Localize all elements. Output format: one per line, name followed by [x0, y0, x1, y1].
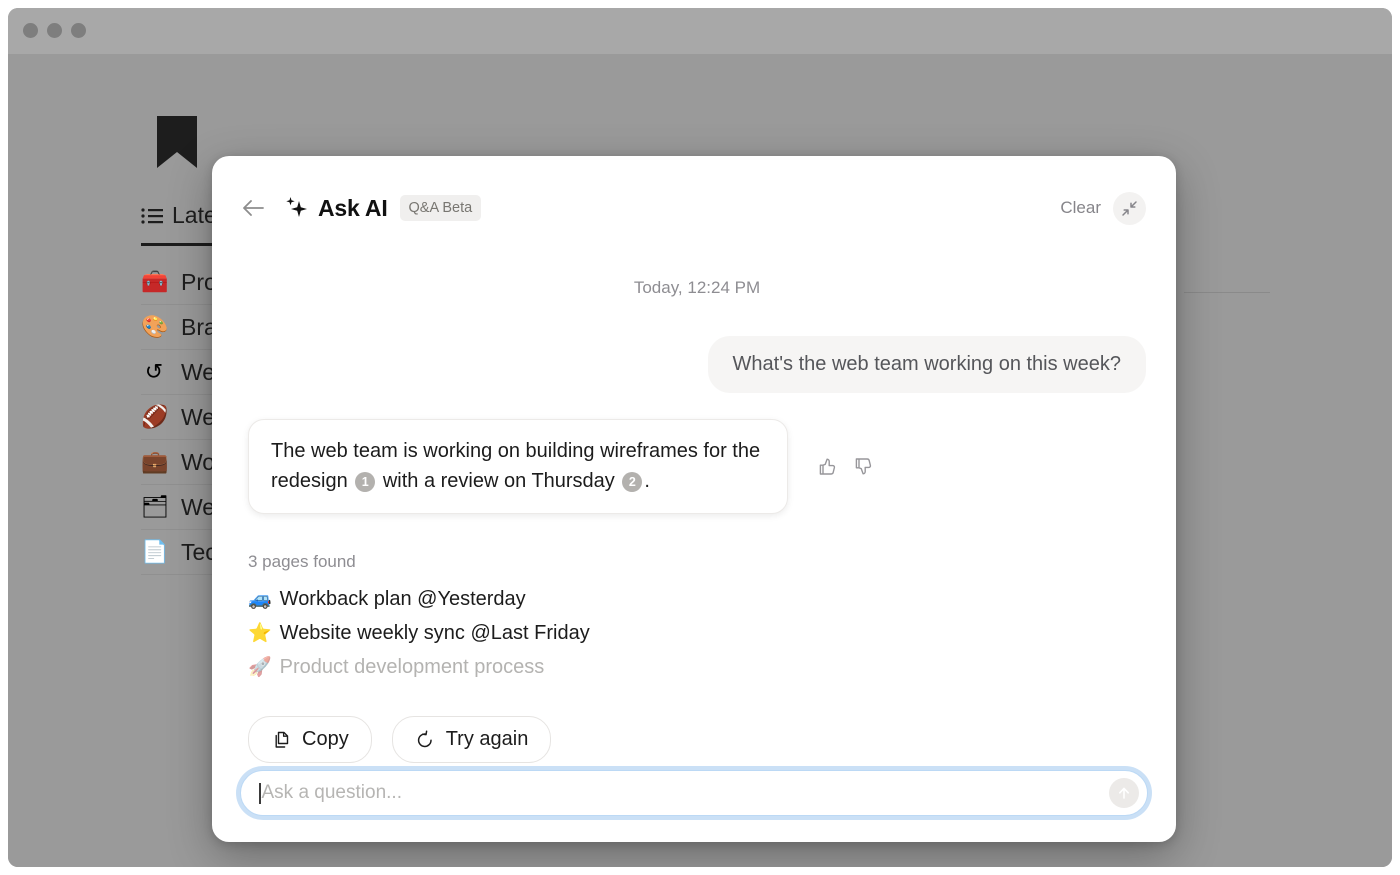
try-again-button-label: Try again — [445, 728, 529, 751]
status-badge: Q&A Beta — [399, 195, 482, 221]
send-button[interactable] — [1109, 778, 1139, 808]
assistant-message-bubble: The web team is working on building wire… — [248, 419, 788, 515]
back-button[interactable] — [240, 195, 266, 221]
collapse-button[interactable] — [1113, 191, 1146, 225]
maximize-button[interactable] — [71, 23, 86, 38]
copy-button-label: Copy — [302, 728, 349, 751]
source-label: Website weekly sync @Last Friday — [279, 621, 590, 644]
traffic-lights — [23, 23, 86, 38]
arrow-left-icon — [243, 200, 264, 216]
os-window: Latest 🧰 Product roadmap 🎨 Brand guideli… — [8, 8, 1392, 867]
bookmark-icon — [153, 114, 201, 170]
clear-button[interactable]: Clear — [1060, 198, 1101, 218]
window-titlebar — [8, 8, 1392, 54]
user-message-row: What's the web team working on this week… — [248, 336, 1146, 393]
page-emoji-icon: 🏈 — [141, 404, 169, 429]
collapse-icon — [1122, 200, 1137, 216]
page-emoji-icon: 🎨 — [141, 314, 169, 339]
sparkles-icon — [283, 195, 309, 221]
source-item[interactable]: ⭐ Website weekly sync @Last Friday — [248, 616, 1146, 650]
sources-heading: 3 pages found — [248, 552, 356, 572]
conversation-area: Today, 12:24 PM What's the web team work… — [212, 232, 1176, 770]
conversation-timestamp: Today, 12:24 PM — [633, 278, 761, 297]
page-emoji-icon: 🧰 — [141, 269, 169, 294]
page-emoji-icon: 🗂 — [141, 494, 169, 519]
thumbs-down-icon[interactable] — [852, 456, 874, 478]
source-item[interactable]: 🚀 Product development process — [248, 650, 1146, 684]
answer-text-part-2: with a review on Thursday — [382, 469, 615, 492]
dialog-header: Ask AI Q&A Beta Clear — [212, 156, 1176, 232]
question-input-placeholder: Ask a question... — [261, 782, 402, 803]
try-again-button[interactable]: Try again — [391, 716, 552, 764]
composer-area: Ask a question... — [212, 770, 1176, 842]
copy-button[interactable]: Copy — [248, 716, 372, 764]
copy-icon — [271, 729, 292, 750]
source-emoji-icon: 🚀 — [248, 657, 272, 679]
text-caret — [259, 782, 261, 804]
page-emoji-icon: ↺ — [144, 359, 164, 384]
source-emoji-icon: 🚙 — [248, 589, 272, 611]
feedback-controls — [816, 456, 874, 478]
page-title: Ask AI — [318, 194, 388, 221]
source-label: Product development process — [279, 655, 545, 678]
source-label: Workback plan @Yesterday — [279, 587, 526, 610]
list-icon — [141, 207, 163, 224]
page-emoji-icon: 📄 — [141, 539, 169, 564]
minimize-button[interactable] — [47, 23, 62, 38]
question-input[interactable]: Ask a question... — [240, 770, 1148, 816]
content-divider — [1184, 292, 1270, 293]
header-actions: Clear — [1060, 191, 1146, 225]
answer-text-part-3: . — [644, 469, 650, 492]
sources-section: 3 pages found 🚙 Workback plan @Yesterday… — [248, 552, 1146, 684]
arrow-up-icon — [1119, 787, 1129, 799]
source-emoji-icon: ⭐ — [248, 623, 272, 645]
source-item[interactable]: 🚙 Workback plan @Yesterday — [248, 582, 1146, 616]
assistant-message-row: The web team is working on building wire… — [248, 419, 1146, 515]
page-emoji-icon: 💼 — [141, 449, 169, 474]
ask-ai-dialog: Ask AI Q&A Beta Clear Today, 12:24 PM Wh… — [212, 156, 1176, 842]
close-button[interactable] — [23, 23, 38, 38]
response-actions: Copy Try again — [248, 716, 1146, 764]
app-backdrop: Latest 🧰 Product roadmap 🎨 Brand guideli… — [8, 54, 1392, 867]
refresh-icon — [415, 729, 436, 750]
thumbs-up-icon[interactable] — [816, 456, 838, 478]
citation-badge-1[interactable]: 1 — [355, 471, 376, 492]
citation-badge-2[interactable]: 2 — [622, 471, 643, 492]
user-message-bubble: What's the web team working on this week… — [707, 336, 1146, 393]
